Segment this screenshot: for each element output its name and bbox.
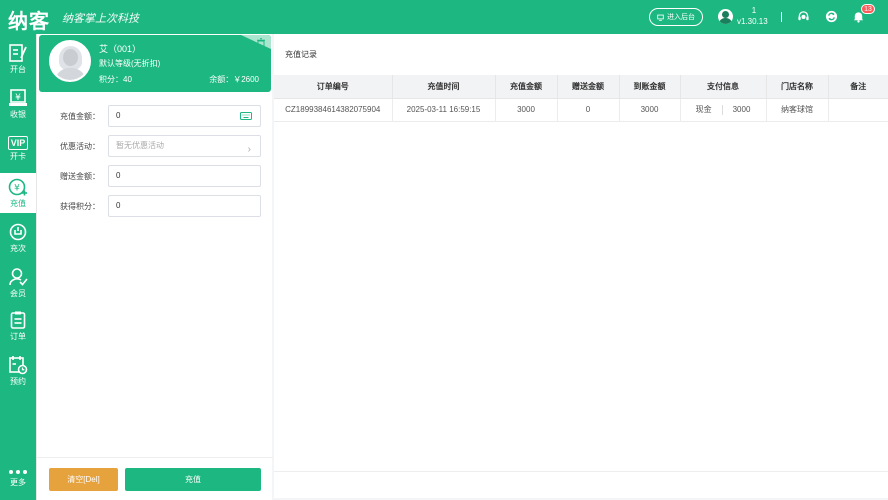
promotion-placeholder: 暂无优惠活动	[116, 141, 164, 150]
points-row: 获得积分： 0	[37, 195, 273, 217]
column-header: 赠送金额	[557, 75, 620, 99]
app-slogan: 纳客掌上次科技	[62, 12, 139, 25]
sidebar-item-more[interactable]: 更多	[0, 458, 36, 498]
table-header-row: 订单编号 充值时间 充值金额 赠送金额 到账金额 支付信息 门店名称 备注	[274, 75, 888, 99]
recharge-amount-cell: 3000	[495, 98, 558, 122]
sidebar-item-label: 开台	[10, 65, 26, 74]
note-cell	[828, 98, 888, 122]
payment-info-cell: 现金 3000	[680, 98, 767, 122]
member-balance: 余额：￥2600	[209, 75, 259, 84]
sidebar-item-open-table[interactable]: 开台	[0, 39, 36, 79]
payment-divider	[721, 104, 723, 115]
recharge-time-cell: 2025-03-11 16:59:15	[392, 98, 496, 122]
store-name-cell: 纳客球馆	[766, 98, 829, 122]
keyboard-icon[interactable]	[240, 112, 252, 120]
column-header: 支付信息	[680, 75, 767, 99]
records-table: 订单编号 充值时间 充值金额 赠送金额 到账金额 支付信息 门店名称 备注 CZ…	[274, 75, 888, 122]
topbar-divider	[781, 12, 782, 22]
open-table-icon	[9, 44, 27, 62]
order-number-cell: CZ1899384614382075904	[274, 98, 393, 122]
promotion-label: 优惠活动：	[60, 142, 100, 151]
payment-method: 现金	[695, 105, 712, 114]
column-header: 充值时间	[392, 75, 496, 99]
recharge-amount-input[interactable]: 0	[108, 105, 261, 127]
recharge-amount-label: 充值金额：	[60, 112, 100, 121]
chevron-right-icon: ›	[247, 144, 251, 155]
monitor-icon	[657, 14, 664, 21]
member-panel: 艾（001） 默认等级(无折扣) 积分：40 余额：￥2600 充值金额： 0 …	[36, 34, 273, 500]
svg-text:¥: ¥	[15, 93, 21, 103]
promotion-select[interactable]: 暂无优惠活动 ›	[108, 135, 261, 157]
promotion-row: 优惠活动： 暂无优惠活动 ›	[37, 135, 273, 157]
app-logo: 纳客	[8, 9, 50, 33]
member-name: 艾（001）	[99, 44, 142, 54]
sidebar-item-label: 充值	[10, 199, 26, 208]
notification-badge: 13	[861, 4, 875, 14]
column-header: 到账金额	[619, 75, 681, 99]
top-bar: 纳客 纳客掌上次科技 进入后台 1 v1.30.13 13	[0, 0, 888, 34]
sidebar-item-reservation[interactable]: 预约	[0, 351, 36, 391]
recharge-records-panel: 充值记录 订单编号 充值时间 充值金额 赠送金额 到账金额 支付信息 门店名称 …	[274, 34, 888, 498]
gift-amount-cell: 0	[557, 98, 620, 122]
app-version: v1.30.13	[737, 17, 768, 26]
sidebar-item-member[interactable]: 会员	[0, 263, 36, 303]
received-amount-cell: 3000	[619, 98, 681, 122]
sidebar-item-label: 更多	[10, 478, 26, 487]
user-avatar[interactable]	[718, 9, 733, 24]
column-header: 备注	[828, 75, 888, 99]
sidebar-item-recharge[interactable]: ¥ 充值	[0, 173, 36, 213]
column-header: 充值金额	[495, 75, 558, 99]
trash-icon[interactable]	[256, 38, 266, 48]
payment-amount: 3000	[732, 105, 751, 114]
gift-amount-label: 赠送金额：	[60, 172, 100, 181]
sidebar-item-label: 订单	[10, 332, 26, 341]
recharge-amount-row: 充值金额： 0	[37, 105, 273, 127]
records-title: 充值记录	[285, 50, 317, 59]
points-input[interactable]: 0	[108, 195, 261, 217]
sidebar-item-order[interactable]: 订单	[0, 306, 36, 346]
order-icon	[10, 311, 26, 329]
recharge-button[interactable]: 充值	[125, 468, 261, 491]
customer-service-icon[interactable]	[797, 10, 810, 23]
column-header: 订单编号	[274, 75, 393, 99]
svg-text:¥: ¥	[14, 184, 20, 194]
panel-footer: 清空[Del] 充值	[37, 457, 273, 500]
sidebar-item-label: 会员	[10, 289, 26, 298]
sidebar-item-cashier[interactable]: ¥ 收银	[0, 84, 36, 124]
points-label: 获得积分：	[60, 202, 100, 211]
more-dots-icon	[9, 470, 27, 474]
member-points: 积分：40	[99, 75, 132, 84]
vip-card-icon: VIP	[7, 136, 29, 150]
recharge-icon: ¥	[8, 178, 27, 196]
member-card[interactable]: 艾（001） 默认等级(无折扣) 积分：40 余额：￥2600	[39, 35, 271, 92]
content-bottom-divider	[274, 471, 888, 472]
member-level: 默认等级(无折扣)	[99, 59, 161, 68]
sidebar-item-recharge-times[interactable]: 充次	[0, 218, 36, 258]
table-row[interactable]: CZ1899384614382075904 2025-03-11 16:59:1…	[274, 98, 888, 122]
sidebar-item-label: 开卡	[10, 152, 26, 161]
sidebar-nav: 开台 ¥ 收银 VIP 开卡 ¥ 充值 充次 会员 订单 预约 更多	[0, 34, 36, 500]
reservation-icon	[9, 356, 28, 375]
member-avatar	[49, 40, 91, 82]
enter-backend-button[interactable]: 进入后台	[649, 8, 703, 26]
user-name: 1	[751, 6, 757, 15]
refresh-icon[interactable]	[825, 10, 838, 23]
member-icon	[9, 268, 28, 286]
recharge-times-icon	[9, 223, 27, 241]
gift-amount-input[interactable]: 0	[108, 165, 261, 187]
gift-amount-row: 赠送金额： 0	[37, 165, 273, 187]
enter-backend-label: 进入后台	[667, 14, 695, 21]
column-header: 门店名称	[766, 75, 829, 99]
cashier-icon: ¥	[9, 89, 27, 106]
sidebar-item-label: 预约	[10, 377, 26, 386]
sidebar-item-label: 收银	[10, 110, 26, 119]
recharge-amount-value: 0	[116, 111, 121, 120]
sidebar-item-label: 充次	[10, 244, 26, 253]
sidebar-item-vip-card[interactable]: VIP 开卡	[0, 129, 36, 169]
clear-button[interactable]: 清空[Del]	[49, 468, 118, 491]
